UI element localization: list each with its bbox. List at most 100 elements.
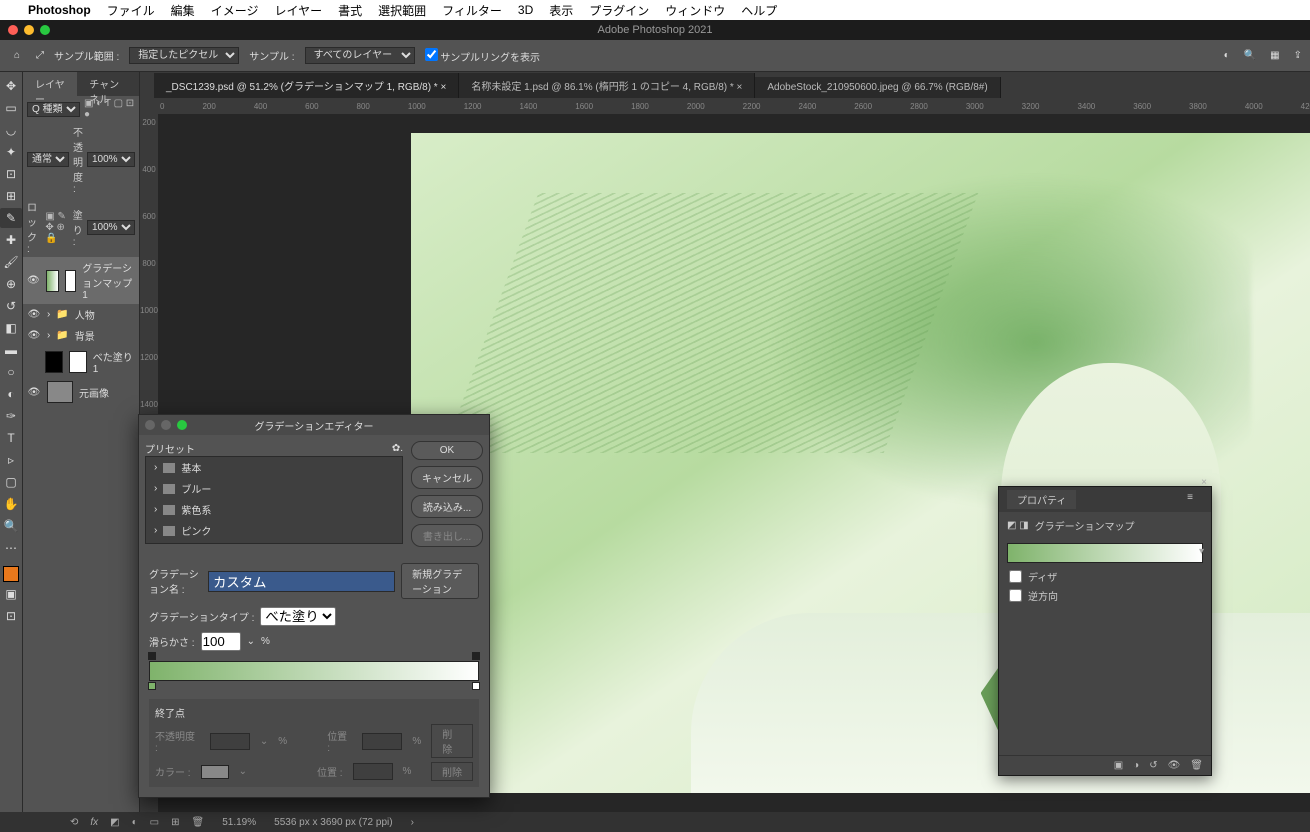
chevron-icon[interactable]: › [411, 817, 414, 828]
chevron-down-icon[interactable]: ⌄ [247, 636, 255, 647]
layer-kind-select[interactable]: Q 種類 [27, 102, 80, 117]
menu-image[interactable]: イメージ [211, 2, 259, 19]
menu-edit[interactable]: 編集 [171, 2, 195, 19]
sample-select[interactable]: すべてのレイヤー [305, 47, 415, 64]
move-tool[interactable]: ✥ [0, 76, 22, 96]
zoom-tool[interactable]: 🔍 [0, 516, 22, 536]
trash-icon[interactable]: 🗑 [1190, 760, 1203, 771]
doc-tab-2[interactable]: 名称未設定 1.psd @ 86.1% (楕円形 1 のコピー 4, RGB/8… [459, 73, 755, 98]
close-icon[interactable] [145, 420, 155, 430]
type-tool[interactable]: T [0, 428, 22, 448]
opacity-stop-left[interactable] [148, 652, 156, 660]
share-icon[interactable]: ⇪ [1294, 50, 1302, 61]
reset-icon[interactable]: ↺ [1149, 760, 1157, 771]
path-tool[interactable]: ▹ [0, 450, 22, 470]
chevron-icon[interactable]: › [47, 330, 50, 341]
foreground-color[interactable] [3, 566, 19, 582]
adj-icon[interactable]: ◐ [132, 817, 138, 828]
hand-tool[interactable]: ✋ [0, 494, 22, 514]
panel-menu-icon[interactable]: ≡ [1177, 490, 1203, 509]
menu-filter[interactable]: フィルター [442, 2, 502, 19]
blur-tool[interactable]: ○ [0, 362, 22, 382]
cloud-icon[interactable]: ◐ [1224, 50, 1230, 61]
dither-checkbox[interactable] [1009, 570, 1022, 583]
new-gradient-button[interactable]: 新規グラデーション [401, 563, 479, 599]
panel-close-icon[interactable]: × [1201, 477, 1207, 488]
preset-folder[interactable]: ›ブルー [146, 478, 402, 499]
stop-color-swatch[interactable] [201, 765, 229, 779]
visibility-icon[interactable]: 👁 [27, 309, 41, 320]
eraser-tool[interactable]: ◧ [0, 318, 22, 338]
stop-pos-input2[interactable] [353, 763, 393, 780]
color-stop-right[interactable] [472, 682, 480, 690]
menu-help[interactable]: ヘルプ [741, 2, 777, 19]
sample-ring-checkbox[interactable]: サンプルリングを表示 [425, 48, 540, 64]
doc-tab-3[interactable]: AdobeStock_210950600.jpeg @ 66.7% (RGB/8… [755, 77, 1000, 98]
marquee-tool[interactable]: ▭ [0, 98, 22, 118]
home-icon[interactable]: ⌂ [8, 47, 26, 65]
menu-type[interactable]: 書式 [338, 2, 362, 19]
stop-pos-input[interactable] [362, 733, 402, 750]
layer-solid[interactable]: べた塗り 1 [23, 346, 139, 378]
opacity-select[interactable]: 100% [87, 152, 135, 167]
blend-mode-select[interactable]: 通常 [27, 152, 69, 167]
delete-stop-button[interactable]: 削除 [431, 724, 473, 758]
eyedropper-tool[interactable]: ✎ [0, 208, 22, 228]
reverse-checkbox[interactable] [1009, 589, 1022, 602]
sample-range-select[interactable]: 指定したピクセル [129, 47, 239, 64]
heal-tool[interactable]: ✚ [0, 230, 22, 250]
preset-folder[interactable]: ›基本 [146, 457, 402, 478]
doc-tab-1[interactable]: _DSC1239.psd @ 51.2% (グラデーションマップ 1, RGB/… [154, 73, 459, 98]
close-icon[interactable]: × [737, 82, 743, 93]
menu-plugin[interactable]: プラグイン [589, 2, 649, 19]
eyedropper-icon[interactable]: ⤢ [36, 50, 44, 61]
layer-original[interactable]: 👁 元画像 [23, 378, 139, 406]
wand-tool[interactable]: ✦ [0, 142, 22, 162]
cancel-button[interactable]: キャンセル [411, 466, 483, 489]
clip-icon[interactable]: ▣ [1114, 760, 1123, 771]
stop-opacity-input[interactable] [210, 733, 250, 750]
more-tool[interactable]: ⋯ [0, 538, 22, 558]
properties-tab[interactable]: プロパティ [1007, 490, 1076, 509]
menu-layer[interactable]: レイヤー [274, 2, 322, 19]
preset-folder[interactable]: ›ピンク [146, 520, 402, 541]
tab-layers[interactable]: レイヤー [23, 72, 77, 96]
load-button[interactable]: 読み込み... [411, 495, 483, 518]
gradient-type-select[interactable]: べた塗り [260, 607, 336, 626]
trash-icon[interactable]: 🗑 [192, 817, 205, 828]
fx-icon[interactable]: fx [90, 817, 98, 828]
visibility-icon[interactable]: 👁 [27, 330, 41, 341]
ok-button[interactable]: OK [411, 441, 483, 460]
visibility-icon[interactable]: 👁 [27, 275, 40, 286]
workspace-icon[interactable]: ▦ [1270, 50, 1279, 61]
menu-file[interactable]: ファイル [107, 2, 155, 19]
stamp-tool[interactable]: ⊕ [0, 274, 22, 294]
gradient-preview[interactable] [1007, 543, 1203, 563]
lasso-tool[interactable]: ◡ [0, 120, 22, 140]
chevron-icon[interactable]: › [47, 309, 50, 320]
menu-window[interactable]: ウィンドウ [665, 2, 725, 19]
new-icon[interactable]: ⊞ [171, 817, 179, 828]
history-tool[interactable]: ↺ [0, 296, 22, 316]
gradient-tool[interactable]: ▬ [0, 340, 22, 360]
search-icon[interactable]: 🔍 [1244, 50, 1256, 61]
gear-icon[interactable]: ✿. [392, 443, 403, 454]
opacity-stop-right[interactable] [472, 652, 480, 660]
layer-bg[interactable]: 👁 › 📁 背景 [23, 325, 139, 346]
group-icon[interactable]: ▭ [150, 817, 159, 828]
visibility-icon[interactable]: 👁 [27, 387, 41, 398]
zoom-icon[interactable] [177, 420, 187, 430]
link-icon[interactable]: ⟲ [70, 817, 78, 828]
close-icon[interactable] [8, 25, 18, 35]
delete-color-button[interactable]: 削除 [431, 762, 473, 781]
minimize-icon[interactable] [24, 25, 34, 35]
quickmask-icon[interactable]: ▣ [0, 584, 22, 604]
gradient-bar[interactable] [149, 661, 479, 681]
minimize-icon[interactable] [161, 420, 171, 430]
menu-view[interactable]: 表示 [549, 2, 573, 19]
frame-tool[interactable]: ⊞ [0, 186, 22, 206]
pen-tool[interactable]: ✑ [0, 406, 22, 426]
dodge-tool[interactable]: ◐ [0, 384, 22, 404]
menu-3d[interactable]: 3D [518, 3, 533, 17]
screenmode-icon[interactable]: ⊡ [0, 606, 22, 626]
